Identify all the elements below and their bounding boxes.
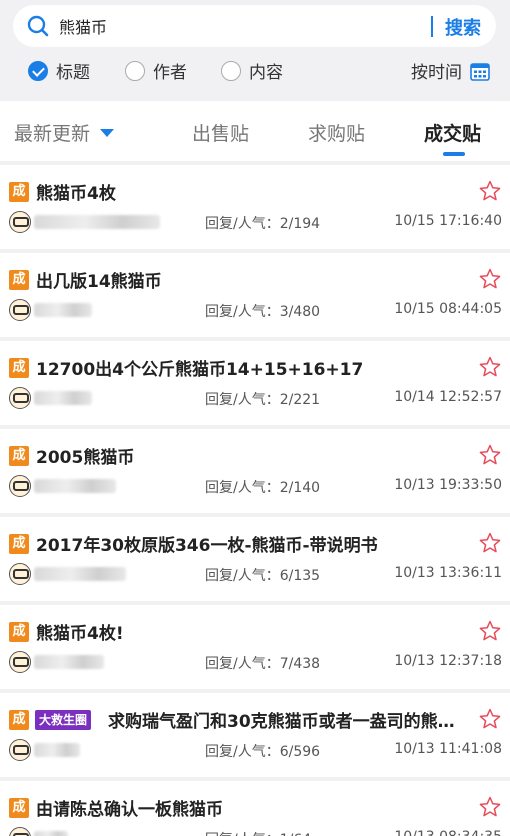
reply-popularity: 回复/人气：2/140 — [205, 480, 321, 496]
avatar[interactable] — [9, 299, 31, 321]
post-item[interactable]: 成 2005熊猫币 回复/人气：2/140 10/13 19:33:50 — [0, 425, 510, 513]
reply-popularity: 回复/人气：3/480 — [205, 304, 321, 320]
deal-badge: 成 — [9, 622, 29, 642]
post-item[interactable]: 成 大救生圈 求购瑞气盈门和30克熊猫币或者一盎司的熊猫币 回复/人气：6/59… — [0, 689, 510, 777]
reply-popularity: 回复/人气：6/596 — [205, 744, 321, 760]
avatar[interactable] — [9, 387, 31, 409]
sort-by-time-label: 按时间 — [411, 63, 462, 83]
post-title[interactable]: 出几版14熊猫币 — [36, 267, 466, 292]
post-item[interactable]: 成 熊猫币4枚! 回复/人气：7/438 10/13 12:37:18 — [0, 601, 510, 689]
filter-row: 标题 作者 内容 按时间 — [0, 58, 510, 90]
avatar[interactable] — [9, 651, 31, 673]
post-item[interactable]: 成 由请陈总确认一板熊猫币 回复/人气：1/64 10/13 08:34:35 — [0, 777, 510, 836]
filter-author-radio[interactable]: 作者 — [125, 58, 187, 83]
deal-badge: 成 — [9, 358, 29, 378]
star-icon[interactable] — [478, 355, 502, 379]
reply-popularity: 回复/人气：7/438 — [205, 656, 321, 672]
unchecked-radio-icon — [125, 60, 145, 81]
deal-badge: 成 — [9, 534, 29, 554]
post-title[interactable]: 求购瑞气盈门和30克熊猫币或者一盎司的熊猫币 — [108, 707, 464, 732]
author-name-blurred — [34, 567, 126, 581]
checked-radio-icon — [28, 60, 48, 81]
deal-badge: 成 — [9, 446, 29, 466]
avatar[interactable] — [9, 475, 31, 497]
active-tab-indicator — [443, 152, 465, 156]
post-time: 10/13 19:33:50 — [394, 477, 502, 493]
dropdown-caret-icon — [100, 128, 115, 137]
filter-title-label: 标题 — [56, 63, 90, 83]
tab-sell[interactable]: 出售贴 — [192, 119, 249, 146]
star-icon[interactable] — [478, 179, 502, 203]
author-name-blurred — [34, 215, 160, 229]
author-name-blurred — [34, 655, 104, 669]
search-bar: 搜索 — [13, 5, 496, 47]
user-tag: 大救生圈 — [35, 710, 92, 730]
reply-popularity: 回复/人气：2/194 — [205, 216, 321, 232]
filter-content-radio[interactable]: 内容 — [221, 58, 283, 83]
post-title[interactable]: 12700出4个公斤熊猫币14+15+16+17 — [36, 355, 466, 380]
deal-badge: 成 — [9, 270, 29, 290]
author-name-blurred — [34, 743, 80, 757]
deal-badge: 成 — [9, 182, 29, 202]
author-name-blurred — [34, 391, 92, 405]
post-title[interactable]: 熊猫币4枚 — [36, 179, 466, 204]
author-name-blurred — [34, 303, 92, 317]
post-item[interactable]: 成 熊猫币4枚 回复/人气：2/194 10/15 17:16:40 — [0, 161, 510, 249]
avatar[interactable] — [9, 739, 31, 761]
star-icon[interactable] — [478, 531, 502, 555]
post-title[interactable]: 2005熊猫币 — [36, 443, 466, 468]
post-time: 10/13 11:41:08 — [394, 741, 502, 757]
filter-content-label: 内容 — [249, 63, 283, 83]
tab-deal[interactable]: 成交贴 — [424, 119, 481, 146]
star-icon[interactable] — [478, 795, 502, 819]
tab-buy[interactable]: 求购贴 — [308, 119, 365, 146]
star-icon[interactable] — [478, 267, 502, 291]
tab-latest-label: 最新更新 — [14, 123, 91, 145]
post-time: 10/13 13:36:11 — [394, 565, 502, 581]
sort-by-time-button[interactable]: 按时间 — [411, 58, 490, 83]
post-time: 10/13 12:37:18 — [394, 653, 502, 669]
filter-title-radio[interactable]: 标题 — [28, 58, 90, 83]
author-name-blurred — [34, 831, 68, 836]
calendar-icon — [470, 62, 490, 81]
avatar[interactable] — [9, 211, 31, 233]
post-item[interactable]: 成 出几版14熊猫币 回复/人气：3/480 10/15 08:44:05 — [0, 249, 510, 337]
search-input[interactable] — [59, 11, 419, 41]
author-name-blurred — [34, 479, 116, 493]
post-time: 10/13 08:34:35 — [394, 829, 502, 836]
post-time: 10/14 12:52:57 — [394, 389, 502, 405]
post-item[interactable]: 成 2017年30枚原版346一枚-熊猫币-带说明书 回复/人气：6/135 1… — [0, 513, 510, 601]
tab-bar: 最新更新 出售贴 求购贴 成交贴 — [0, 101, 510, 161]
post-title[interactable]: 由请陈总确认一板熊猫币 — [36, 795, 466, 820]
post-time: 10/15 08:44:05 — [394, 301, 502, 317]
post-item[interactable]: 成 12700出4个公斤熊猫币14+15+16+17 回复/人气：2/221 1… — [0, 337, 510, 425]
avatar[interactable] — [9, 827, 31, 836]
tab-latest[interactable]: 最新更新 — [14, 119, 115, 146]
post-time: 10/15 17:16:40 — [394, 213, 502, 229]
search-icon — [27, 15, 49, 37]
avatar[interactable] — [9, 563, 31, 585]
search-button[interactable]: 搜索 — [445, 14, 481, 40]
filter-author-label: 作者 — [153, 63, 187, 83]
star-icon[interactable] — [478, 619, 502, 643]
reply-popularity: 回复/人气：2/221 — [205, 392, 321, 408]
unchecked-radio-icon — [221, 60, 241, 81]
post-list: 成 熊猫币4枚 回复/人气：2/194 10/15 17:16:40 成 出几版… — [0, 161, 510, 836]
reply-popularity: 回复/人气：6/135 — [205, 568, 321, 584]
header: 搜索 标题 作者 内容 按时间 — [0, 0, 510, 101]
post-title[interactable]: 2017年30枚原版346一枚-熊猫币-带说明书 — [36, 531, 466, 556]
star-icon[interactable] — [478, 443, 502, 467]
star-icon[interactable] — [478, 707, 502, 731]
deal-badge: 成 — [9, 710, 29, 730]
search-divider — [431, 16, 433, 37]
deal-badge: 成 — [9, 798, 29, 818]
reply-popularity: 回复/人气：1/64 — [205, 829, 311, 836]
post-title[interactable]: 熊猫币4枚! — [36, 619, 466, 644]
